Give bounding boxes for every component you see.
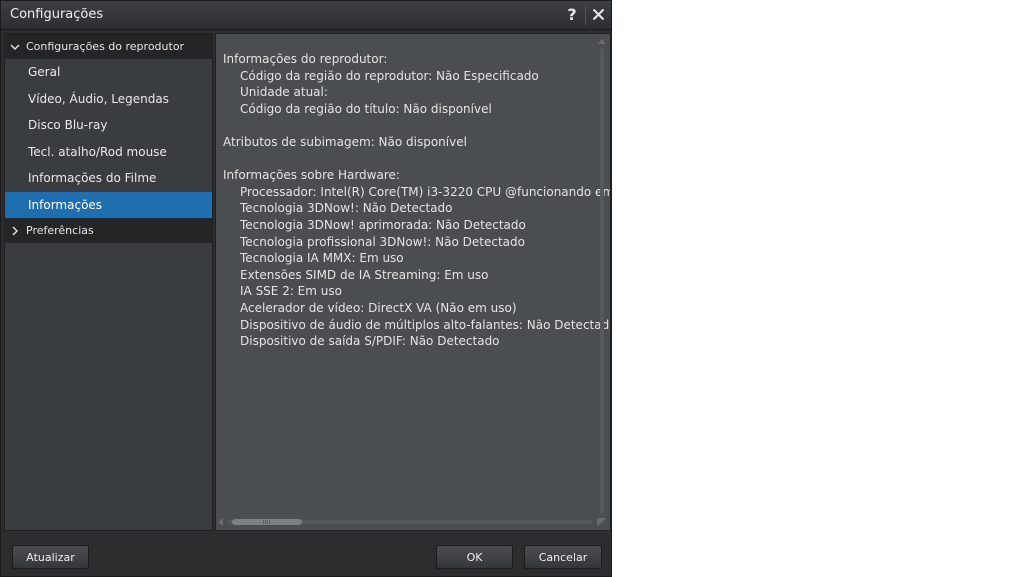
close-icon bbox=[592, 8, 604, 21]
sidebar-group-preferences[interactable]: Preferências bbox=[5, 218, 212, 243]
close-button[interactable] bbox=[588, 5, 608, 25]
subpicture-attributes: Atributos de subimagem: Não disponível bbox=[223, 134, 467, 149]
hardware-item: Acelerador de vídeo: DirectX VA (Não em … bbox=[240, 300, 517, 315]
sidebar-item-movie-info[interactable]: Informações do Filme bbox=[5, 165, 212, 192]
sidebar-item-video-audio-subtitles[interactable]: Vídeo, Áudio, Legendas bbox=[5, 85, 212, 112]
current-drive: Unidade atual: bbox=[240, 85, 328, 100]
cancel-button[interactable]: Cancelar bbox=[524, 545, 602, 569]
dialog-button-bar: Atualizar OK Cancelar bbox=[1, 532, 611, 576]
hardware-item: Tecnologia 3DNow!: Não Detectado bbox=[240, 201, 453, 216]
title-region-code: Código da região do título: Não disponív… bbox=[240, 101, 492, 116]
vertical-scroll-track[interactable] bbox=[600, 48, 604, 514]
settings-dialog: Configurações ? Configurações do reprodu… bbox=[0, 0, 612, 577]
sidebar-group-label: Preferências bbox=[26, 224, 94, 237]
sidebar-group-label: Configurações do reprodutor bbox=[26, 40, 185, 53]
hardware-item: IA SSE 2: Em uso bbox=[240, 284, 342, 299]
window-title: Configurações bbox=[10, 7, 104, 22]
information-panel: Informações do reprodutor: Código da reg… bbox=[215, 33, 611, 531]
hardware-info-header: Informações sobre Hardware: bbox=[223, 168, 400, 183]
vertical-scrollbar[interactable] bbox=[597, 36, 607, 526]
sidebar-item-general[interactable]: Geral bbox=[5, 59, 212, 86]
update-button[interactable]: Atualizar bbox=[12, 545, 89, 569]
hardware-item: Extensões SIMD de IA Streaming: Em uso bbox=[240, 267, 489, 282]
hardware-item: Processador: Intel(R) Core(TM) i3-3220 C… bbox=[240, 184, 611, 199]
hardware-item: Tecnologia IA MMX: Em uso bbox=[240, 251, 404, 266]
sidebar-item-hotkeys-mouse[interactable]: Tecl. atalho/Rod mouse bbox=[5, 138, 212, 165]
title-separator bbox=[585, 5, 586, 25]
help-button[interactable]: ? bbox=[562, 5, 582, 25]
hardware-item: Tecnologia 3DNow! aprimorada: Não Detect… bbox=[240, 217, 526, 232]
settings-sidebar: Configurações do reprodutor Geral Vídeo,… bbox=[4, 33, 213, 531]
player-info-header: Informações do reprodutor: bbox=[223, 52, 388, 66]
sidebar-group-player-settings[interactable]: Configurações do reprodutor bbox=[5, 34, 212, 59]
hardware-item: Dispositivo de saída S/PDIF: Não Detecta… bbox=[240, 334, 500, 349]
scroll-left-arrow-icon[interactable] bbox=[218, 518, 223, 526]
horizontal-scrollbar[interactable] bbox=[218, 517, 602, 527]
ok-button[interactable]: OK bbox=[436, 545, 513, 569]
scroll-grip-icon bbox=[263, 520, 271, 524]
player-region-code: Código da região do reprodutor: Não Espe… bbox=[240, 68, 539, 83]
scroll-right-arrow-icon[interactable] bbox=[597, 518, 602, 526]
scroll-up-arrow-icon[interactable] bbox=[598, 39, 606, 44]
hardware-item: Dispositivo de áudio de múltiplos alto-f… bbox=[240, 317, 611, 332]
hardware-item: Tecnologia profissional 3DNow!: Não Dete… bbox=[240, 234, 525, 249]
title-bar[interactable]: Configurações ? bbox=[1, 1, 611, 30]
sidebar-item-information[interactable]: Informações bbox=[5, 191, 212, 218]
information-text: Informações do reprodutor: Código da reg… bbox=[223, 51, 611, 350]
chevron-down-icon bbox=[10, 44, 20, 50]
sidebar-item-bluray-disc[interactable]: Disco Blu-ray bbox=[5, 112, 212, 139]
chevron-right-icon bbox=[12, 226, 18, 235]
